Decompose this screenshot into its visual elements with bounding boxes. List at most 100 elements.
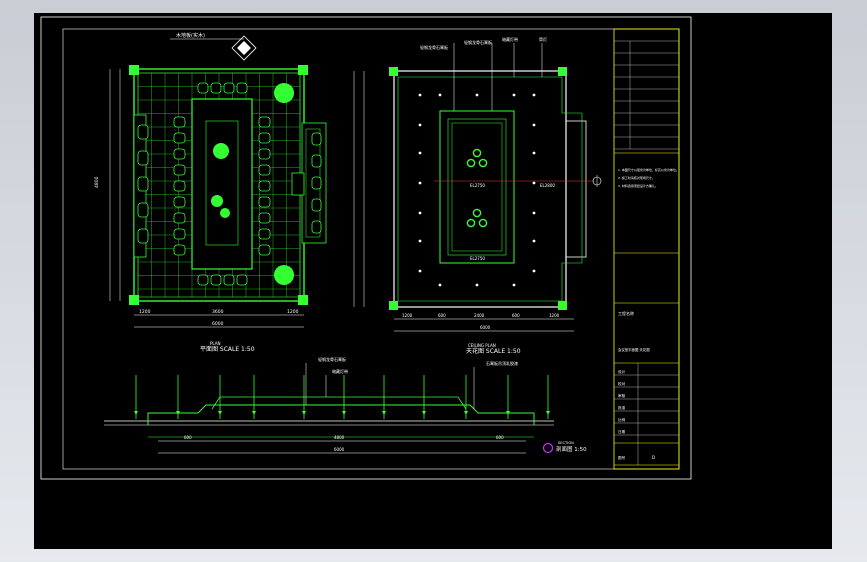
chair [137, 176, 149, 192]
title-row-1: 设计 [618, 369, 626, 374]
ceiling-column-nw [389, 67, 398, 76]
ceiling-dim-3: 2400 [474, 313, 485, 318]
downlight [475, 93, 479, 97]
title-note-2: 2. 施工时请核对现场尺寸。 [618, 175, 655, 180]
section-caption-en: SECTION [558, 441, 574, 445]
hanger-clip [464, 411, 468, 415]
chair [173, 180, 186, 192]
downlight [512, 283, 516, 287]
downlight [418, 181, 422, 185]
section-callout-3: 石膏板吊顶乳胶漆 [486, 360, 518, 366]
ceiling-level-bottom: EL2750 [470, 256, 485, 261]
cad-drawing: 木地板(实木) 1200 3600 1200 6000 4800 平面图 SCA… [40, 16, 692, 480]
title-row-3: 审核 [618, 393, 626, 398]
ceiling-callout-1: 轻钢龙骨石膏板 [420, 44, 448, 50]
chair [258, 180, 271, 192]
ceiling-dim-1: 1200 [402, 313, 413, 318]
chair [137, 228, 149, 244]
chair [258, 244, 271, 256]
chair [311, 132, 322, 146]
ceiling-column-sw [389, 301, 398, 310]
chair [173, 244, 186, 256]
chair [210, 274, 222, 286]
chair [258, 164, 271, 176]
chair [173, 212, 186, 224]
section-dim-1: 600 [184, 435, 192, 440]
title-block: 1. 本图尺寸以毫米为单位，标高以米为单位。 2. 施工时请核对现场尺寸。 3.… [613, 28, 680, 470]
chair [173, 228, 186, 240]
hanger-clip [422, 411, 426, 415]
section-dim-2: 4800 [334, 435, 345, 440]
chair [258, 132, 271, 144]
hanger-clip [252, 411, 256, 415]
chair [311, 198, 322, 212]
hanger-clip [342, 411, 346, 415]
column-se [298, 295, 308, 305]
plan-view: 木地板(实木) 1200 3600 1200 6000 4800 平面图 SCA… [94, 32, 327, 353]
section-profile-inner [211, 396, 467, 410]
north-arrow [231, 35, 257, 61]
ceiling-caption-en: CEILING PLAN [468, 343, 496, 348]
title-block-frame [613, 28, 680, 470]
title-row-4: 批准 [618, 405, 626, 410]
chair [173, 116, 186, 128]
table-plant-3 [220, 208, 230, 218]
chair [258, 116, 271, 128]
ceiling-column-ne [558, 67, 567, 76]
section-dim-3: 600 [496, 435, 504, 440]
corner-plant-ne [274, 83, 294, 103]
title-row-6: 日期 [618, 429, 626, 434]
ceiling-view: EL2750 EL2800 EL2750 轻钢龙骨石膏板 轻钢龙骨石膏板 暗藏灯… [353, 36, 602, 355]
section-caption: 剖面图 1:50 [556, 445, 587, 453]
title-project-label: 工程名称 [618, 310, 634, 316]
chair [223, 274, 235, 286]
chair [210, 82, 222, 94]
downlight [418, 211, 422, 215]
ceiling-caption: 天花图 SCALE 1:50 [466, 347, 521, 355]
ceiling-right-bay [565, 120, 587, 258]
section-caption-marker [542, 442, 554, 454]
conference-table [191, 98, 253, 270]
hanger-clip [382, 411, 386, 415]
ceiling-dim-2: 600 [438, 313, 446, 318]
chair [137, 202, 149, 218]
ceiling-callout-2: 轻钢龙骨石膏板 [464, 39, 492, 45]
chair [258, 196, 271, 208]
chandelier-2 [466, 208, 488, 228]
title-drawing-no: D [652, 455, 655, 460]
column-nw [129, 65, 139, 75]
section-view: 轻钢龙骨石膏板 暗藏灯带 石膏板吊顶乳胶漆 600 4800 600 6000 … [104, 356, 587, 454]
plan-caption: 平面图 SCALE 1:50 [200, 346, 255, 353]
chair [311, 154, 322, 168]
downlight [532, 181, 536, 185]
corner-plant-se [274, 265, 294, 285]
section-profile [147, 404, 535, 425]
chair [311, 176, 322, 190]
ceiling-dim-4: 600 [512, 313, 520, 318]
downlight [438, 283, 442, 287]
downlight [512, 93, 516, 97]
section-callout-1: 轻钢龙骨石膏板 [318, 356, 346, 362]
downlight [532, 123, 536, 127]
hanger-clip [134, 411, 138, 415]
plan-caption-en: PLAN [210, 341, 220, 346]
table-plant-2 [211, 195, 223, 207]
ceiling-column-se [558, 301, 567, 310]
cad-viewport[interactable]: 木地板(实木) 1200 3600 1200 6000 4800 平面图 SCA… [34, 13, 832, 549]
plan-dim-2: 3600 [212, 309, 224, 315]
downlight [418, 151, 422, 155]
application-frame: 木地板(实木) 1200 3600 1200 6000 4800 平面图 SCA… [0, 0, 867, 562]
table-plant-1 [213, 143, 229, 159]
title-drawing-no-label: 图号 [618, 455, 626, 460]
plan-tv-unit [291, 172, 305, 196]
chair [173, 164, 186, 176]
hanger-clip [302, 411, 306, 415]
chair [236, 274, 248, 286]
downlight [418, 269, 422, 273]
plan-dim-side: 4800 [94, 176, 100, 188]
chair [258, 228, 271, 240]
ceiling-level-top: EL2750 [470, 183, 485, 188]
column-sw [129, 295, 139, 305]
ceiling-level-mid: EL2800 [540, 183, 555, 188]
ceiling-callout-3: 暗藏灯带 [502, 36, 518, 42]
